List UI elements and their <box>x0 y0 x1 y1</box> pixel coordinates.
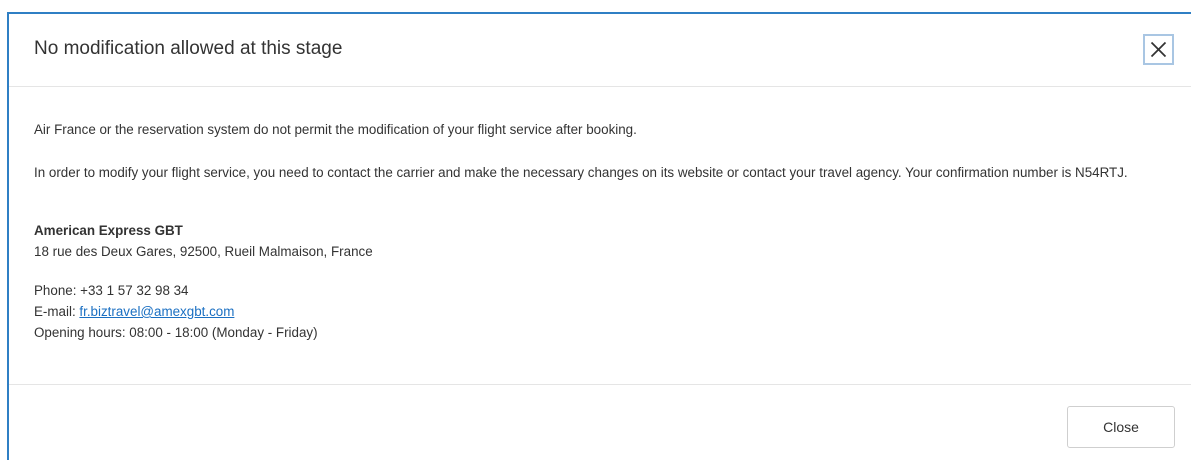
footer-divider <box>9 384 1191 385</box>
close-icon <box>1150 41 1167 58</box>
email-label: E-mail: <box>34 304 80 319</box>
agency-address-block: American Express GBT 18 rue des Deux Gar… <box>34 220 373 262</box>
restriction-message: Air France or the reservation system do … <box>34 122 637 137</box>
agency-address: 18 rue des Deux Gares, 92500, Rueil Malm… <box>34 244 373 259</box>
close-dialog-button[interactable] <box>1143 34 1174 65</box>
modification-dialog: No modification allowed at this stage Ai… <box>7 12 1191 460</box>
instruction-message: In order to modify your flight service, … <box>34 165 1128 180</box>
agency-phone: Phone: +33 1 57 32 98 34 <box>34 283 189 298</box>
agency-name: American Express GBT <box>34 223 183 238</box>
agency-opening-hours: Opening hours: 08:00 - 18:00 (Monday - F… <box>34 325 318 340</box>
agency-email-row: E-mail: fr.biztravel@amexgbt.com <box>34 301 318 322</box>
close-button[interactable]: Close <box>1067 406 1175 448</box>
dialog-header: No modification allowed at this stage <box>9 14 1191 87</box>
agency-contact-block: Phone: +33 1 57 32 98 34 E-mail: fr.bizt… <box>34 280 318 343</box>
dialog-title: No modification allowed at this stage <box>34 38 343 59</box>
agency-email-link[interactable]: fr.biztravel@amexgbt.com <box>79 304 234 319</box>
